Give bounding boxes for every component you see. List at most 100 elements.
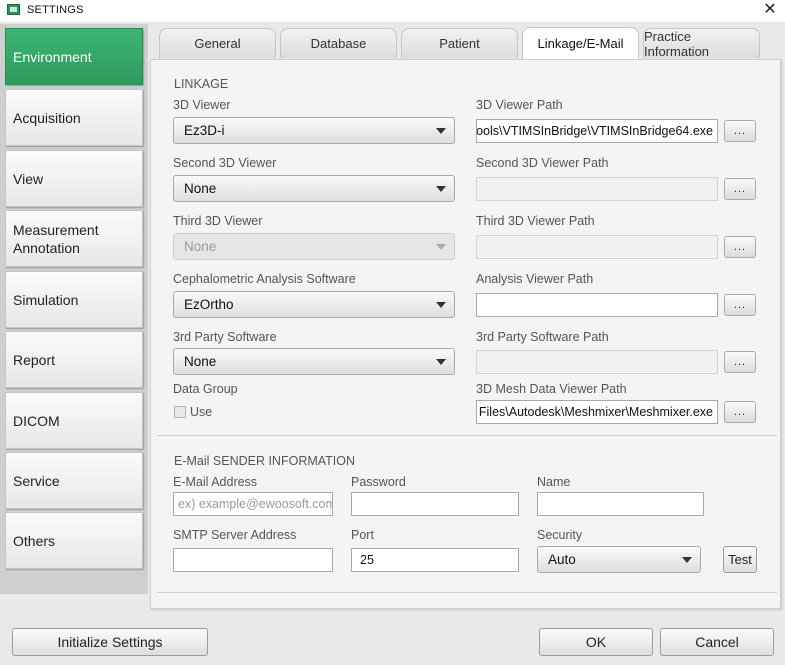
- ceph-path-input[interactable]: [476, 293, 718, 317]
- mesh-path-value: ı Files\Autodesk\Meshmixer\Meshmixer.exe: [476, 405, 713, 419]
- data-group-label: Data Group: [173, 382, 238, 396]
- security-select[interactable]: Auto: [537, 546, 701, 573]
- settings-sidebar: Environment Acquisition View Measurement…: [0, 24, 148, 594]
- tab-label: Linkage/E-Mail: [537, 36, 624, 51]
- sidebar-item-report[interactable]: Report: [5, 331, 143, 388]
- section-divider: [157, 592, 777, 593]
- sidebar-item-dicom[interactable]: DICOM: [5, 392, 143, 449]
- third-party-select[interactable]: None: [173, 348, 455, 375]
- smtp-label: SMTP Server Address: [173, 528, 297, 542]
- tab-label: Database: [310, 36, 367, 51]
- viewer3-label: Third 3D Viewer: [173, 214, 263, 228]
- ceph-browse-button[interactable]: ...: [724, 294, 756, 316]
- ok-button[interactable]: OK: [539, 628, 653, 656]
- sidebar-item-label: Service: [13, 472, 60, 489]
- viewer2-select[interactable]: None: [173, 175, 455, 202]
- third-party-browse-button[interactable]: ...: [724, 351, 756, 373]
- mesh-path-label: 3D Mesh Data Viewer Path: [476, 382, 627, 396]
- tab-linkage-email[interactable]: Linkage/E-Mail: [522, 27, 639, 59]
- email-address-label: E-Mail Address: [173, 475, 258, 489]
- viewer3-path-label: Third 3D Viewer Path: [476, 214, 595, 228]
- third-party-label: 3rd Party Software: [173, 330, 277, 344]
- ceph-path-label: Analysis Viewer Path: [476, 272, 594, 286]
- viewer3-select[interactable]: None: [173, 233, 455, 260]
- data-group-use-checkbox[interactable]: [174, 406, 186, 418]
- security-label: Security: [537, 528, 583, 542]
- tab-label: Practice Information: [644, 28, 710, 59]
- sidebar-item-label: Measurement Annotation: [13, 221, 99, 256]
- sidebar-item-label: Simulation: [13, 291, 79, 308]
- viewer1-browse-button[interactable]: ...: [724, 120, 756, 142]
- security-value: Auto: [548, 552, 576, 567]
- third-party-value: None: [184, 354, 217, 369]
- chevron-down-icon: [436, 359, 446, 365]
- test-button[interactable]: Test: [723, 546, 757, 573]
- viewer3-browse-button[interactable]: ...: [724, 236, 756, 258]
- port-label: Port: [351, 528, 374, 542]
- section-divider: [157, 435, 777, 436]
- sidebar-item-others[interactable]: Others: [5, 512, 143, 569]
- sidebar-item-label: Others: [13, 532, 56, 549]
- cancel-button[interactable]: Cancel: [660, 628, 774, 656]
- linkage-section-title: LINKAGE: [174, 77, 229, 91]
- sidebar-item-measurement-annotation[interactable]: Measurement Annotation: [5, 210, 143, 267]
- viewer1-path-input[interactable]: Tools\VTIMSInBridge\VTIMSInBridge64.exe: [476, 119, 718, 143]
- port-input[interactable]: 25: [351, 548, 519, 572]
- mesh-path-input[interactable]: ı Files\Autodesk\Meshmixer\Meshmixer.exe: [476, 400, 718, 424]
- viewer1-label: 3D Viewer: [173, 98, 231, 112]
- sidebar-item-environment[interactable]: Environment: [5, 28, 143, 85]
- tab-database[interactable]: Database: [280, 28, 397, 58]
- sidebar-item-label: DICOM: [13, 412, 60, 429]
- tab-label: Patient: [439, 36, 480, 51]
- chevron-down-icon: [682, 557, 692, 563]
- title-bar: SETTINGS ✕: [0, 0, 785, 22]
- tab-patient[interactable]: Patient: [401, 28, 518, 58]
- chevron-down-icon: [436, 186, 446, 192]
- close-icon[interactable]: ✕: [761, 0, 779, 20]
- tab-practice-information[interactable]: Practice Information: [643, 28, 760, 59]
- ceph-label: Cephalometric Analysis Software: [173, 272, 356, 286]
- third-party-path-label: 3rd Party Software Path: [476, 330, 609, 344]
- viewer2-path-label: Second 3D Viewer Path: [476, 156, 609, 170]
- ceph-value: EzOrtho: [184, 297, 234, 312]
- name-input[interactable]: [537, 492, 704, 516]
- viewer1-path-value: Tools\VTIMSInBridge\VTIMSInBridge64.exe: [476, 124, 713, 138]
- window-title: SETTINGS: [27, 4, 84, 16]
- password-input[interactable]: [351, 492, 519, 516]
- chevron-down-icon: [436, 302, 446, 308]
- chevron-down-icon: [436, 128, 446, 134]
- ceph-select[interactable]: EzOrtho: [173, 291, 455, 318]
- sidebar-item-acquisition[interactable]: Acquisition: [5, 89, 143, 146]
- sidebar-item-label: View: [13, 170, 44, 187]
- tab-label: General: [194, 36, 241, 51]
- tab-general[interactable]: General: [159, 28, 276, 58]
- sidebar-item-service[interactable]: Service: [5, 452, 143, 509]
- email-address-placeholder: ex) example@ewoosoft.com: [178, 497, 333, 511]
- mesh-browse-button[interactable]: ...: [724, 401, 756, 423]
- sidebar-item-view[interactable]: View: [5, 150, 143, 207]
- viewer2-value: None: [184, 181, 217, 196]
- viewer1-path-label: 3D Viewer Path: [476, 98, 563, 112]
- smtp-input[interactable]: [173, 548, 333, 572]
- sidebar-item-label: Report: [13, 351, 56, 368]
- third-party-path-input[interactable]: [476, 350, 718, 374]
- viewer1-value: Ez3D-i: [184, 123, 225, 138]
- settings-app-icon: [7, 4, 20, 15]
- password-label: Password: [351, 475, 406, 489]
- viewer3-value: None: [184, 239, 217, 254]
- window-body: Environment Acquisition View Measurement…: [0, 22, 785, 665]
- viewer2-path-input[interactable]: [476, 177, 718, 201]
- viewer1-select[interactable]: Ez3D-i: [173, 117, 455, 144]
- port-value: 25: [360, 553, 374, 567]
- sidebar-item-label: Environment: [13, 48, 92, 65]
- viewer2-label: Second 3D Viewer: [173, 156, 277, 170]
- name-label: Name: [537, 475, 571, 489]
- email-address-input[interactable]: ex) example@ewoosoft.com: [173, 492, 333, 516]
- viewer2-browse-button[interactable]: ...: [724, 178, 756, 200]
- viewer3-path-input[interactable]: [476, 235, 718, 259]
- chevron-down-icon: [436, 244, 446, 250]
- email-section-title: E-Mail SENDER INFORMATION: [174, 454, 356, 468]
- data-group-use-label: Use: [190, 405, 213, 419]
- initialize-settings-button[interactable]: Initialize Settings: [12, 628, 208, 656]
- sidebar-item-simulation[interactable]: Simulation: [5, 271, 143, 328]
